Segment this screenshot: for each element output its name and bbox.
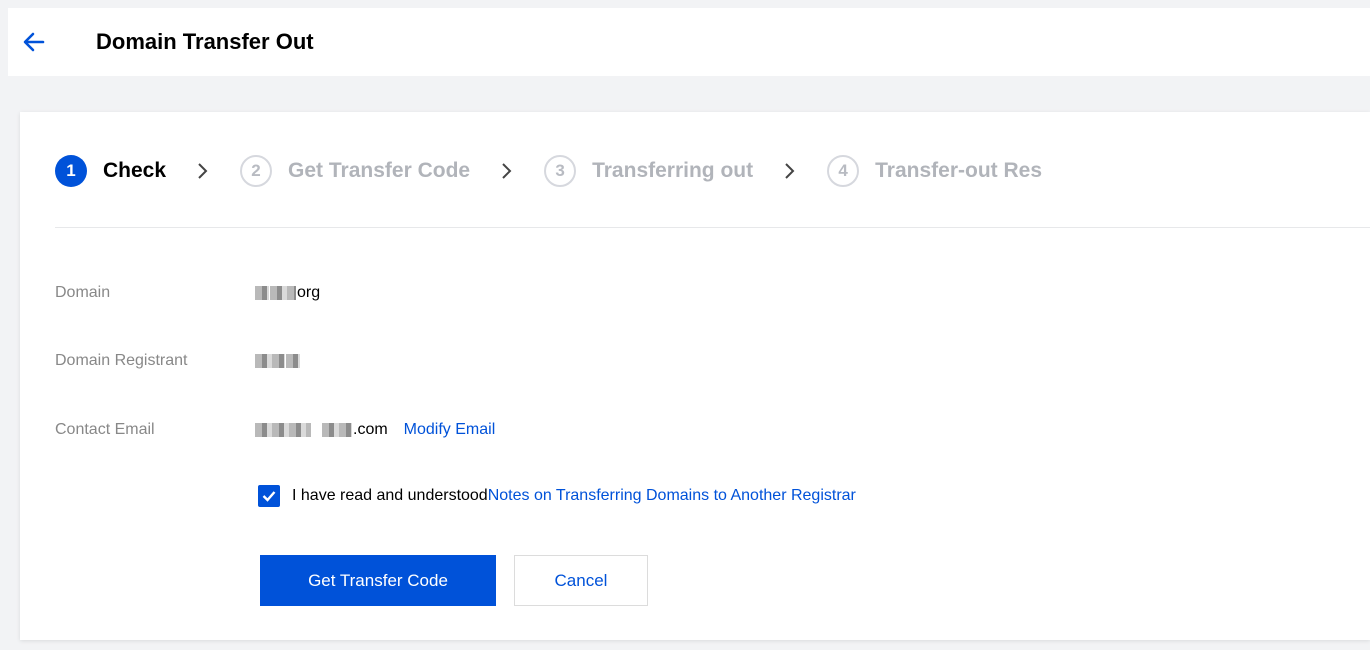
redacted-block xyxy=(270,286,296,300)
step-label: Check xyxy=(103,159,167,182)
step-label: Transferring out xyxy=(592,159,754,182)
arrow-left-icon xyxy=(23,32,45,52)
domain-row: Domain org xyxy=(55,279,320,307)
modify-email-link[interactable]: Modify Email xyxy=(404,421,496,439)
domain-value: org xyxy=(255,284,320,302)
agreement-row: I have read and understood Notes on Tran… xyxy=(258,485,856,507)
redacted-block xyxy=(286,354,300,368)
step-get-transfer-code: 2 Get Transfer Code xyxy=(240,155,470,187)
step-number: 4 xyxy=(827,155,860,187)
email-row: Contact Email .com Modify Email xyxy=(55,416,495,444)
registrant-label: Domain Registrant xyxy=(55,352,188,369)
step-number: 1 xyxy=(55,155,87,187)
redacted-block xyxy=(255,354,285,368)
step-transfer-out-result: 4 Transfer-out Res xyxy=(827,155,1042,187)
redacted-block xyxy=(255,423,311,437)
redacted-block xyxy=(255,286,269,300)
chevron-right-icon xyxy=(166,162,240,180)
registrant-value xyxy=(255,354,301,368)
domain-suffix: org xyxy=(297,284,321,301)
chevron-right-icon xyxy=(470,162,544,180)
transfer-notes-link[interactable]: Notes on Transferring Domains to Another… xyxy=(488,487,856,505)
registrant-row: Domain Registrant xyxy=(55,347,301,375)
back-button[interactable] xyxy=(8,17,60,67)
step-check: 1 Check xyxy=(55,155,166,187)
divider xyxy=(55,227,1370,228)
page-title: Domain Transfer Out xyxy=(96,29,314,54)
step-label: Transfer-out Res xyxy=(875,159,1042,182)
domain-label: Domain xyxy=(55,284,111,301)
steps-bar: 1 Check 2 Get Transfer Code 3 Transferri… xyxy=(55,136,1370,206)
chevron-right-icon xyxy=(753,162,827,180)
email-label: Contact Email xyxy=(55,421,155,438)
agreement-checkbox[interactable] xyxy=(258,485,280,507)
get-transfer-code-button[interactable]: Get Transfer Code xyxy=(260,555,496,606)
page-header: Domain Transfer Out xyxy=(8,8,1370,76)
step-transferring-out: 3 Transferring out xyxy=(544,155,753,187)
agreement-text: I have read and understood xyxy=(292,487,488,504)
email-suffix: .com xyxy=(353,421,388,438)
cancel-button[interactable]: Cancel xyxy=(514,555,648,606)
redacted-block xyxy=(322,423,352,437)
main-card: 1 Check 2 Get Transfer Code 3 Transferri… xyxy=(20,112,1370,640)
step-label: Get Transfer Code xyxy=(288,159,471,182)
email-value: .com Modify Email xyxy=(255,421,495,439)
step-number: 3 xyxy=(544,155,577,187)
checkmark-icon xyxy=(262,491,276,502)
step-number: 2 xyxy=(240,155,273,187)
